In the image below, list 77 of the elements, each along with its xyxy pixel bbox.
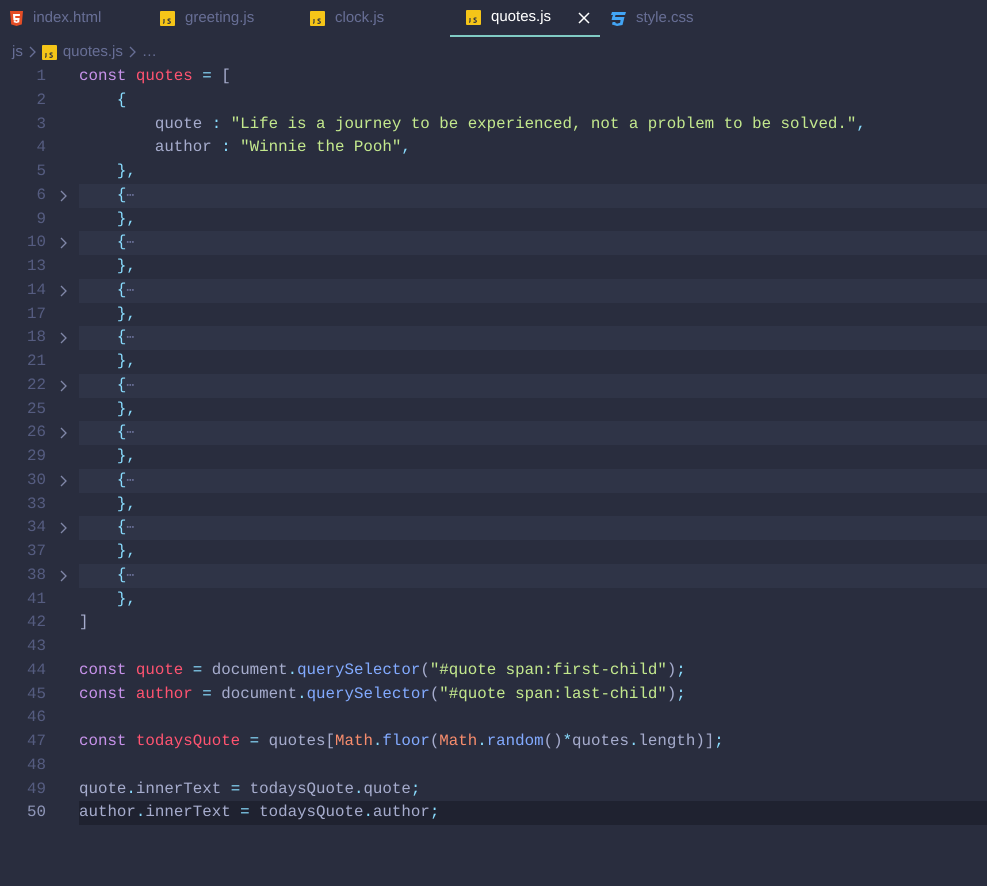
code-line: const quote = document.querySelector("#quote span:first-child");: [79, 660, 687, 681]
line-number: 29: [26, 446, 46, 468]
chevron-right-icon[interactable]: [60, 522, 67, 534]
code-line: },: [116, 541, 137, 562]
line-number: 44: [26, 660, 46, 681]
line-number: 10: [26, 232, 46, 254]
code-line: },: [116, 351, 137, 372]
js-file-icon: [160, 11, 175, 26]
line-number: 2: [36, 90, 46, 111]
line-number: 30: [26, 470, 46, 491]
code-line: author : "Winnie the Pooh",: [154, 137, 412, 158]
code-line: ]: [79, 612, 90, 634]
code-line: },: [116, 256, 137, 278]
code-line: const author = document.querySelector("#quote span:last-child");: [79, 684, 687, 705]
line-number: 14: [26, 280, 46, 301]
line-number: 42: [26, 612, 46, 634]
js-file-icon: [466, 10, 481, 25]
chevron-right-icon[interactable]: [60, 380, 67, 392]
line-number: 47: [26, 731, 46, 752]
line-number: 25: [26, 398, 46, 420]
line-number: 43: [26, 636, 46, 658]
chevron-right-icon[interactable]: [60, 284, 67, 297]
js-file-icon: [42, 44, 57, 60]
code-line: },: [116, 161, 137, 182]
line-number: 9: [36, 208, 46, 230]
code-line: {: [116, 90, 128, 111]
code-line: const todaysQuote = quotes[Math.floor(Math.random()*quotes.length)];: [79, 731, 725, 752]
line-number: 34: [26, 517, 46, 538]
breadcrumb-item[interactable]: quotes.js: [62, 40, 123, 64]
chevron-right-icon: [28, 46, 36, 58]
code-line: },: [116, 494, 137, 515]
line-number: 17: [26, 304, 46, 325]
line-number: 13: [26, 256, 46, 278]
line-number: 18: [26, 327, 46, 348]
line-number: 3: [36, 114, 46, 135]
code-line: },: [116, 304, 137, 325]
breadcrumb-item[interactable]: …: [142, 40, 157, 64]
line-number: 38: [26, 564, 46, 586]
line-number: 41: [26, 588, 46, 610]
code-line: quote : "Life is a journey to be experienced, not a problem to be solved.",: [154, 114, 867, 135]
code-line: quote.innerText = todaysQuote.quote;: [79, 778, 422, 800]
editor-tab[interactable]: style.css: [600, 0, 750, 37]
chevron-right-icon: [128, 46, 136, 58]
line-number: 6: [36, 184, 46, 206]
chevron-right-icon[interactable]: [60, 427, 67, 440]
chevron-right-icon[interactable]: [60, 332, 67, 344]
chevron-right-icon[interactable]: [60, 237, 67, 250]
code-line: },: [116, 446, 137, 468]
line-number: 49: [26, 778, 46, 800]
line-number: 48: [26, 754, 46, 776]
line-number: 33: [26, 494, 46, 515]
line-number: 45: [26, 684, 46, 705]
line-number: 21: [26, 351, 46, 372]
editor-tab[interactable]: clock.js: [300, 0, 450, 37]
css-file-icon: [610, 12, 626, 26]
code-line: },: [116, 588, 137, 610]
line-number: 1: [36, 66, 46, 88]
close-icon[interactable]: [578, 12, 590, 24]
editor-tab[interactable]: quotes.js: [450, 0, 600, 37]
editor-tab[interactable]: index.html: [0, 0, 150, 37]
js-file-icon: [310, 11, 325, 26]
chevron-right-icon[interactable]: [60, 474, 67, 487]
line-number: 50: [26, 802, 46, 824]
line-number: 4: [36, 137, 46, 158]
code-line: const quotes = [: [79, 66, 232, 88]
line-number: 37: [26, 541, 46, 562]
code-line: },: [116, 208, 137, 230]
chevron-right-icon[interactable]: [60, 570, 67, 582]
breadcrumb-item[interactable]: js: [12, 40, 23, 64]
editor-tab[interactable]: greeting.js: [150, 0, 300, 37]
code-line: },: [116, 398, 137, 420]
line-number: 26: [26, 422, 46, 444]
line-number: 46: [26, 707, 46, 728]
chevron-right-icon[interactable]: [60, 190, 67, 202]
line-number: 22: [26, 374, 46, 396]
line-number: 5: [36, 161, 46, 182]
html-file-icon: [10, 11, 23, 26]
